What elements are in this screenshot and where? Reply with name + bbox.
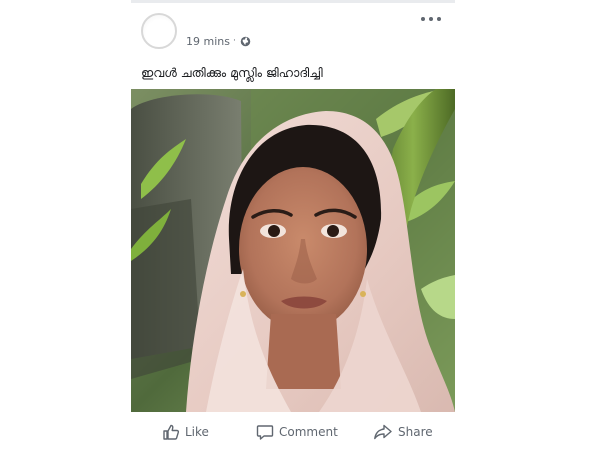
comment-button[interactable]: Comment (256, 418, 338, 446)
share-button[interactable]: Share (373, 418, 433, 446)
meta-separator: · (232, 36, 236, 46)
thumbs-up-icon (163, 424, 180, 440)
share-label: Share (398, 425, 433, 439)
comment-label: Comment (279, 425, 338, 439)
more-dot (429, 17, 433, 21)
post-top-divider (131, 0, 455, 3)
page: 19 mins · ഇവള്‍ ചതിക്കും മുസ്ലിം ജിഹാദിച… (0, 0, 600, 450)
post-actions: Like Comment Share (131, 418, 455, 446)
like-button[interactable]: Like (162, 418, 209, 446)
like-label: Like (185, 425, 209, 439)
feed-post: 19 mins · ഇവള്‍ ചതിക്കും മുസ്ലിം ജിഹാദിച… (131, 0, 455, 450)
post-photo-image (131, 89, 455, 412)
share-arrow-icon (374, 424, 392, 440)
comment-icon (256, 425, 274, 440)
avatar[interactable] (141, 13, 177, 49)
more-dot (437, 17, 441, 21)
more-options-icon[interactable] (421, 12, 441, 26)
more-dot (421, 17, 425, 21)
post-meta: 19 mins · (186, 33, 251, 49)
post-timestamp[interactable]: 19 mins (186, 35, 230, 48)
globe-icon[interactable] (240, 36, 251, 47)
post-caption: ഇവള്‍ ചതിക്കും മുസ്ലിം ജിഹാദിച്ചി (141, 65, 323, 80)
post-photo[interactable] (131, 89, 455, 412)
